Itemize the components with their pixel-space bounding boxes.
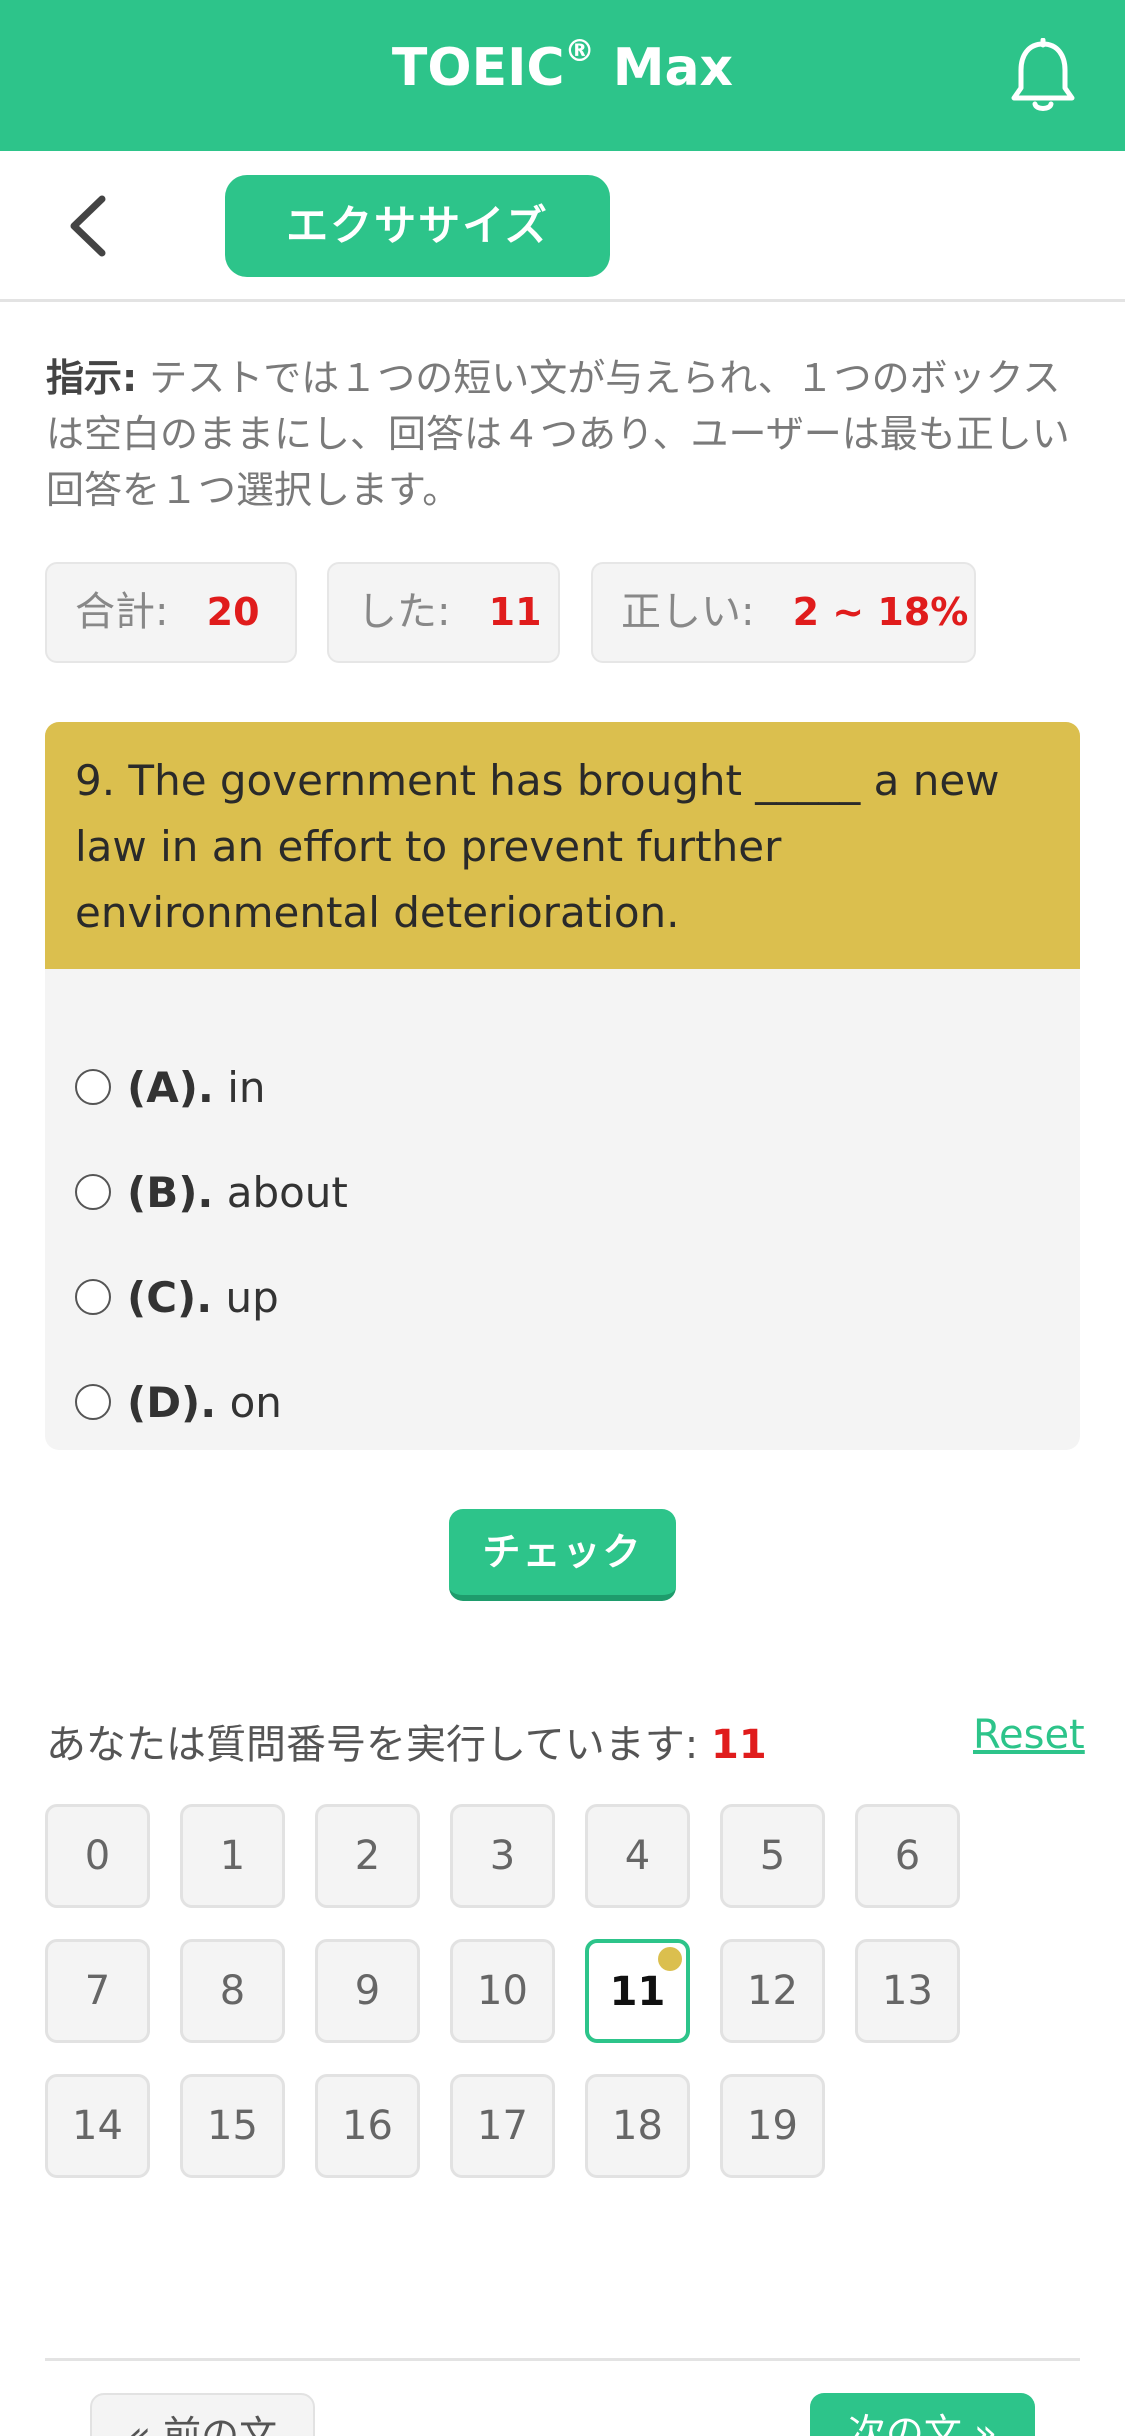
question-number-button[interactable]: 6 (855, 1804, 960, 1908)
stat-total: 合計: 20 (45, 562, 297, 663)
instructions: 指示: テストでは１つの短い文が与えられ、１つのボックスは空白のままにし、回答は… (46, 350, 1081, 518)
question-number-button[interactable]: 8 (180, 1939, 285, 2043)
question-number-button[interactable]: 18 (585, 2074, 690, 2178)
question-number-button[interactable]: 13 (855, 1939, 960, 2043)
option-a[interactable]: (A). in (75, 1053, 266, 1123)
option-b[interactable]: (B). about (75, 1158, 348, 1228)
option-c[interactable]: (C). up (75, 1263, 279, 1333)
prev-sentence-button[interactable]: « 前の文 (90, 2393, 315, 2436)
question-card: 9. The government has brought _____ a ne… (45, 722, 1080, 1450)
question-number-current[interactable]: 11 (585, 1939, 690, 2043)
app-title: TOEIC® Max (391, 34, 734, 98)
question-number-button[interactable]: 19 (720, 2074, 825, 2178)
question-number-button[interactable]: 1 (180, 1804, 285, 1908)
current-indicator-dot (658, 1947, 682, 1971)
instructions-text: テストでは１つの短い文が与えられ、１つのボックスは空白のままにし、回答は４つあり… (46, 356, 1070, 512)
question-number-button[interactable]: 3 (450, 1804, 555, 1908)
question-number-button[interactable]: 2 (315, 1804, 420, 1908)
check-button[interactable]: チェック (449, 1509, 676, 1601)
question-number-button[interactable]: 10 (450, 1939, 555, 2043)
question-number-button[interactable]: 0 (45, 1804, 150, 1908)
bell-icon[interactable] (1008, 38, 1078, 114)
question-number-button[interactable]: 15 (180, 2074, 285, 2178)
radio-icon[interactable] (75, 1173, 111, 1210)
question-number-button[interactable]: 9 (315, 1939, 420, 2043)
question-number-button[interactable]: 5 (720, 1804, 825, 1908)
question-text: 9. The government has brought _____ a ne… (45, 722, 1080, 969)
radio-icon[interactable] (75, 1068, 111, 1105)
question-number-button[interactable]: 14 (45, 2074, 150, 2178)
top-bar: TOEIC® Max (0, 0, 1125, 151)
question-number-button[interactable]: 12 (720, 1939, 825, 2043)
question-number-button[interactable]: 16 (315, 2074, 420, 2178)
divider (45, 2358, 1080, 2361)
question-number-button[interactable]: 4 (585, 1804, 690, 1908)
instructions-label: 指示: (46, 356, 138, 400)
question-number-button[interactable]: 7 (45, 1939, 150, 2043)
section-tab-exercise[interactable]: エクササイズ (225, 175, 610, 277)
option-d[interactable]: (D). on (75, 1368, 282, 1438)
question-number-grid: 0 1 2 3 4 5 6 7 8 9 10 11 12 13 14 15 16… (45, 1804, 1080, 2184)
radio-icon[interactable] (75, 1278, 111, 1315)
stat-correct: 正しい: 2 ~ 18% (591, 562, 976, 663)
next-sentence-button[interactable]: 次の文 » (810, 2393, 1035, 2436)
reset-link[interactable]: Reset (973, 1712, 1085, 1758)
sub-header: エクササイズ (0, 151, 1125, 302)
chevron-left-icon[interactable] (60, 191, 120, 261)
radio-icon[interactable] (75, 1383, 111, 1420)
question-number-button[interactable]: 17 (450, 2074, 555, 2178)
stat-done: した: 11 (327, 562, 560, 663)
running-question-label: あなたは質問番号を実行しています: 11 (46, 1722, 767, 1768)
